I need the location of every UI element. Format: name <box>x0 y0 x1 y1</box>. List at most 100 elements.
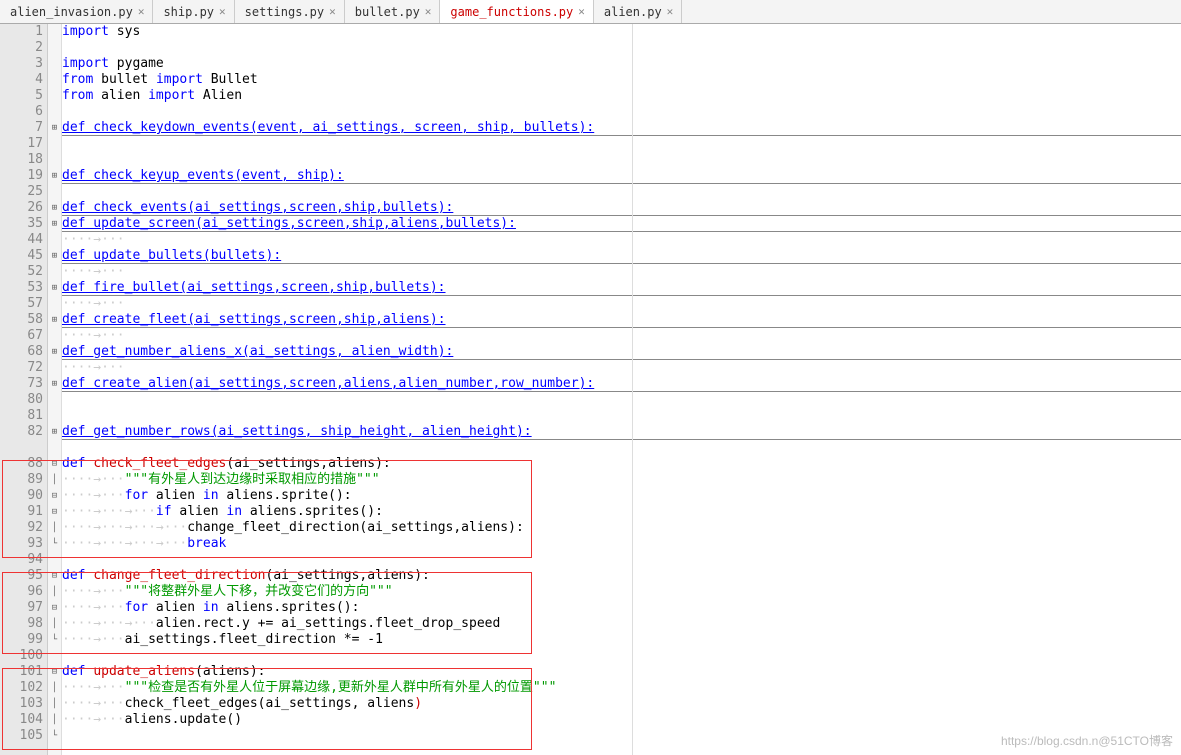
fold-marker[interactable]: ⊞ <box>48 280 61 296</box>
code-line[interactable]: def check_keydown_events(event, ai_setti… <box>62 120 1181 136</box>
code-line[interactable]: ····→···"""检查是否有外星人位于屏幕边缘,更新外星人群中所有外星人的位… <box>62 680 1181 696</box>
fold-marker[interactable]: ⊞ <box>48 344 61 360</box>
code-line[interactable]: ····→···"""有外星人到达边缘时采取相应的措施""" <box>62 472 1181 488</box>
close-icon[interactable]: ✕ <box>329 5 336 18</box>
line-number: 101 <box>0 664 43 680</box>
code-line[interactable]: ····→···check_fleet_edges(ai_settings, a… <box>62 696 1181 712</box>
code-line[interactable] <box>62 136 1181 152</box>
code-line[interactable]: ····→···ai_settings.fleet_direction *= -… <box>62 632 1181 648</box>
fold-marker <box>48 136 61 152</box>
line-number: 90 <box>0 488 43 504</box>
line-number: 52 <box>0 264 43 280</box>
fold-marker <box>48 232 61 248</box>
code-line[interactable]: ····→···for alien in aliens.sprites(): <box>62 600 1181 616</box>
fold-marker[interactable]: ⊟ <box>48 456 61 472</box>
code-line[interactable]: import pygame <box>62 56 1181 72</box>
code-line[interactable] <box>62 648 1181 664</box>
line-number: 5 <box>0 88 43 104</box>
tab-alien_invasion-py[interactable]: alien_invasion.py✕ <box>0 0 153 23</box>
code-line[interactable]: ····→··· <box>62 232 1181 248</box>
code-line[interactable] <box>62 392 1181 408</box>
fold-marker <box>48 552 61 568</box>
code-line[interactable]: ····→···→···→···change_fleet_direction(a… <box>62 520 1181 536</box>
fold-marker[interactable]: ⊟ <box>48 600 61 616</box>
line-number: 98 <box>0 616 43 632</box>
fold-marker <box>48 648 61 664</box>
tab-settings-py[interactable]: settings.py ✕ <box>235 0 345 23</box>
fold-marker[interactable]: ⊟ <box>48 664 61 680</box>
code-line[interactable]: ····→··· <box>62 360 1181 376</box>
line-number: 96 <box>0 584 43 600</box>
close-icon[interactable]: ✕ <box>578 5 585 18</box>
fold-marker[interactable]: ⊞ <box>48 312 61 328</box>
code-line[interactable]: def get_number_aliens_x(ai_settings, ali… <box>62 344 1181 360</box>
code-line[interactable]: ····→··· <box>62 296 1181 312</box>
line-number: 68 <box>0 344 43 360</box>
close-icon[interactable]: ✕ <box>138 5 145 18</box>
code-line[interactable]: ····→···→···if alien in aliens.sprites()… <box>62 504 1181 520</box>
fold-marker <box>48 56 61 72</box>
code-line[interactable]: def check_fleet_edges(ai_settings,aliens… <box>62 456 1181 472</box>
code-line[interactable] <box>62 152 1181 168</box>
code-line[interactable]: from alien import Alien <box>62 88 1181 104</box>
fold-marker[interactable]: ⊟ <box>48 504 61 520</box>
line-number: 104 <box>0 712 43 728</box>
fold-column: ⊞⊞⊞⊞⊞⊞⊞⊞⊞⊞⊟│⊟⊟│└⊟│⊟│└⊟│││└ <box>48 24 62 755</box>
code-line[interactable] <box>62 440 1181 456</box>
close-icon[interactable]: ✕ <box>425 5 432 18</box>
code-area[interactable]: import sys import pygamefrom bullet impor… <box>62 24 1181 755</box>
code-line[interactable]: ····→···→···→···break <box>62 536 1181 552</box>
fold-marker: └ <box>48 536 61 552</box>
tab-label: bullet.py <box>355 5 420 19</box>
code-line[interactable]: def update_aliens(aliens): <box>62 664 1181 680</box>
line-number: 88 <box>0 456 43 472</box>
fold-marker[interactable]: ⊞ <box>48 216 61 232</box>
code-line[interactable]: def change_fleet_direction(ai_settings,a… <box>62 568 1181 584</box>
code-line[interactable]: def update_bullets(bullets): <box>62 248 1181 264</box>
line-number: 1 <box>0 24 43 40</box>
fold-marker[interactable]: ⊞ <box>48 200 61 216</box>
code-line[interactable]: def create_fleet(ai_settings,screen,ship… <box>62 312 1181 328</box>
code-line[interactable]: ····→··· <box>62 328 1181 344</box>
close-icon[interactable]: ✕ <box>219 5 226 18</box>
fold-marker[interactable]: ⊟ <box>48 568 61 584</box>
line-number: 58 <box>0 312 43 328</box>
code-line[interactable]: def check_keyup_events(event, ship): <box>62 168 1181 184</box>
code-line[interactable]: def update_screen(ai_settings,screen,shi… <box>62 216 1181 232</box>
fold-marker <box>48 24 61 40</box>
code-line[interactable]: def fire_bullet(ai_settings,screen,ship,… <box>62 280 1181 296</box>
fold-marker <box>48 440 61 456</box>
code-line[interactable] <box>62 552 1181 568</box>
fold-marker: │ <box>48 472 61 488</box>
code-line[interactable] <box>62 40 1181 56</box>
tab-label: alien.py <box>604 5 662 19</box>
code-line[interactable]: ····→···for alien in aliens.sprite(): <box>62 488 1181 504</box>
tab-ship-py[interactable]: ship.py✕ <box>153 0 234 23</box>
line-number: 95 <box>0 568 43 584</box>
code-line[interactable] <box>62 408 1181 424</box>
code-line[interactable]: ····→···→···alien.rect.y += ai_settings.… <box>62 616 1181 632</box>
fold-marker[interactable]: ⊟ <box>48 488 61 504</box>
code-line[interactable]: def create_alien(ai_settings,screen,alie… <box>62 376 1181 392</box>
code-line[interactable]: import sys <box>62 24 1181 40</box>
fold-marker[interactable]: ⊞ <box>48 376 61 392</box>
code-line[interactable]: ····→··· <box>62 264 1181 280</box>
tab-bullet-py[interactable]: bullet.py ✕ <box>345 0 441 23</box>
code-line[interactable]: def get_number_rows(ai_settings, ship_he… <box>62 424 1181 440</box>
tab-alien-py[interactable]: alien.py ✕ <box>594 0 682 23</box>
fold-marker[interactable]: ⊞ <box>48 248 61 264</box>
close-icon[interactable]: ✕ <box>667 5 674 18</box>
fold-marker: │ <box>48 696 61 712</box>
tab-game_functions-py[interactable]: game_functions.py✕ <box>440 0 593 23</box>
code-line[interactable]: ····→···aliens.update() <box>62 712 1181 728</box>
fold-marker[interactable]: ⊞ <box>48 120 61 136</box>
fold-marker[interactable]: ⊞ <box>48 168 61 184</box>
tab-label: settings.py <box>245 5 324 19</box>
fold-marker[interactable]: ⊞ <box>48 424 61 440</box>
code-line[interactable]: ····→···"""将整群外星人下移，并改变它们的方向""" <box>62 584 1181 600</box>
code-line[interactable]: from bullet import Bullet <box>62 72 1181 88</box>
fold-marker <box>48 264 61 280</box>
code-line[interactable] <box>62 184 1181 200</box>
code-line[interactable] <box>62 104 1181 120</box>
code-line[interactable]: def check_events(ai_settings,screen,ship… <box>62 200 1181 216</box>
